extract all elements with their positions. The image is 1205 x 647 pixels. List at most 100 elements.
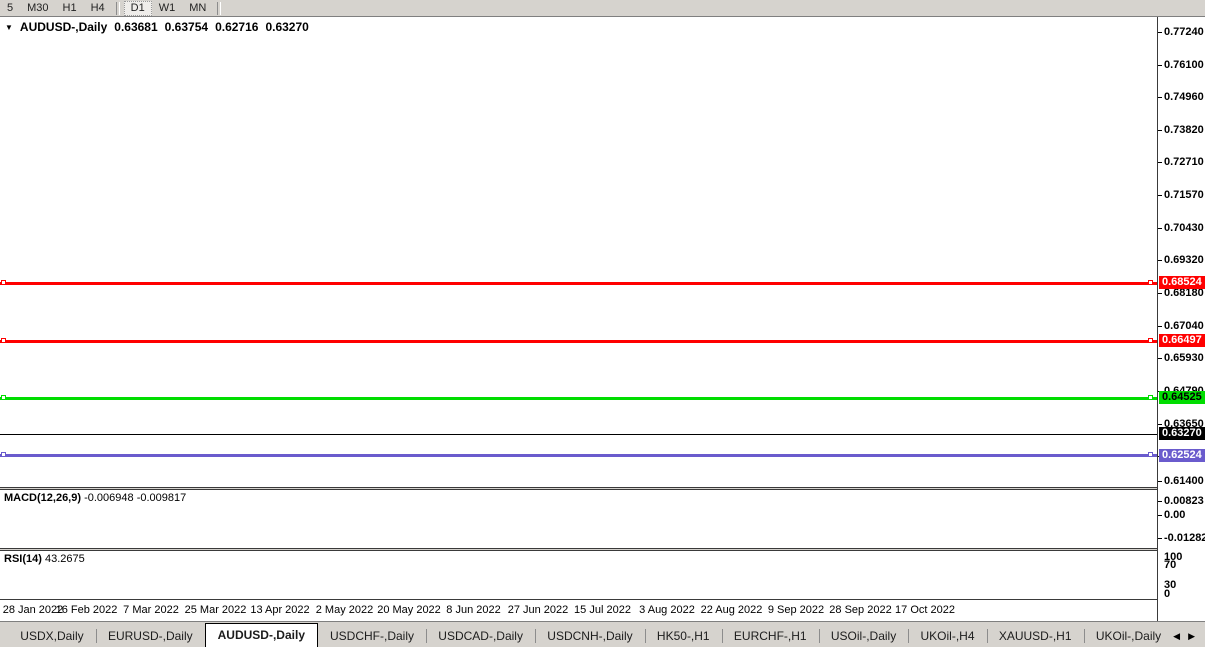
price-chart-panel[interactable]: ▼ AUDUSD-,Daily 0.63681 0.63754 0.62716 … (0, 17, 1157, 487)
tab-scroll-next-icon[interactable]: ▶ (1188, 631, 1195, 642)
timeframe-toolbar[interactable]: 5 M30 H1 H4 D1 W1 MN (0, 0, 1205, 17)
price-tick-mark (1158, 357, 1162, 359)
ohlc-high: 0.63754 (164, 20, 209, 34)
price-tick-mark (1158, 97, 1162, 99)
price-line-label: 0.68524 (1159, 276, 1205, 289)
date-label: 28 Jan 2022 (2, 604, 64, 616)
mt4-window: 5 M30 H1 H4 D1 W1 MN ▼ AUDUSD-,Daily 0.63681 0… (0, 0, 1205, 647)
chart-tabbar[interactable]: USDX,Daily EURUSD-,Daily AUDUSD-,Daily USDC… (0, 621, 1205, 647)
tab-audusd-daily[interactable]: AUDUSD-,Daily (204, 623, 318, 647)
price-line-label: 0.62524 (1159, 448, 1205, 462)
tab-usoil-daily[interactable]: USOil-,Daily (819, 626, 908, 647)
timeframe-button-w1[interactable]: W1 (152, 1, 183, 16)
tab-eurusd-daily[interactable]: EURUSD-,Daily (96, 626, 205, 647)
date-label: 20 May 2022 (377, 604, 441, 616)
line-handle[interactable] (1148, 338, 1153, 343)
price-tick-mark (1158, 423, 1162, 425)
timeframe-button-h4[interactable]: H4 (84, 1, 112, 16)
rsi-panel[interactable]: RSI(14) 43.2675 (0, 551, 1157, 599)
line-handle[interactable] (1148, 452, 1153, 457)
tab-usdcnh-daily[interactable]: USDCNH-,Daily (535, 626, 644, 647)
tab-usdx-daily[interactable]: USDX,Daily (8, 626, 95, 647)
tab-hk50-h1[interactable]: HK50-,H1 (645, 626, 722, 647)
date-label: 17 Oct 2022 (895, 604, 955, 616)
line-handle[interactable] (1, 452, 6, 457)
timeframe-button-h1[interactable]: H1 (56, 1, 84, 16)
price-axis[interactable]: 0.77240 0.76100 0.74960 0.73820 0.72710 0.715… (1157, 17, 1205, 621)
date-label: 25 Mar 2022 (184, 604, 247, 616)
rsi-canvas[interactable] (0, 551, 1157, 599)
price-tick-mark (1158, 325, 1162, 327)
rsi-value: 43.2675 (44, 553, 85, 565)
price-tick-label: 0.77240 (1164, 25, 1204, 38)
toolbar-separator (115, 1, 120, 15)
price-tick-mark (1158, 64, 1162, 66)
timeframe-button-d1[interactable]: D1 (123, 0, 152, 16)
support-resistance-line[interactable] (0, 338, 1157, 343)
chart-workspace: ▼ AUDUSD-,Daily 0.63681 0.63754 0.62716 … (0, 17, 1205, 621)
price-tick-label: 0.73820 (1164, 124, 1204, 137)
macd-tick-mark (1158, 537, 1162, 539)
macd-axis-label: 0.00823 (1164, 494, 1204, 507)
price-line-label: 0.66497 (1159, 334, 1205, 348)
price-line-label: 0.64525 (1159, 391, 1205, 405)
tab-scroll-prev-icon[interactable]: ◀ (1173, 631, 1180, 642)
line-handle[interactable] (1148, 280, 1153, 285)
ohlc-open: 0.63681 (114, 20, 158, 34)
price-tick-mark (1158, 31, 1162, 33)
rsi-axis-label: 0 (1164, 588, 1171, 600)
ohlc-low: 0.62716 (215, 20, 259, 34)
date-label: 2 May 2022 (315, 604, 374, 616)
macd-axis-label: 0.00 (1164, 509, 1186, 521)
macd-main-value: -0.006948 (84, 492, 134, 504)
price-tick-label: 0.72710 (1164, 156, 1204, 169)
price-tick-mark (1158, 260, 1162, 262)
line-handle[interactable] (1, 280, 6, 285)
rsi-axis-label: 70 (1164, 559, 1177, 572)
price-tick-label: 0.76100 (1164, 58, 1204, 71)
date-label: 9 Sep 2022 (767, 604, 825, 616)
date-label: 22 Aug 2022 (700, 604, 763, 616)
support-resistance-line[interactable] (0, 452, 1157, 457)
candlestick-canvas[interactable] (0, 17, 1157, 487)
tab-scroll-nav[interactable]: ◀ ▶ (1173, 631, 1205, 642)
line-handle[interactable] (1, 338, 6, 343)
chart-symbol-label: AUDUSD-,Daily (19, 20, 108, 34)
timeframe-button-m30[interactable]: M30 (20, 1, 55, 16)
date-label: 3 Aug 2022 (639, 604, 695, 616)
collapse-triangle-icon[interactable]: ▼ (5, 23, 13, 32)
date-label: 15 Jul 2022 (574, 604, 631, 616)
date-label: 27 Jun 2022 (507, 604, 569, 616)
date-label: 28 Sep 2022 (829, 604, 892, 616)
date-axis[interactable]: 28 Jan 2022 16 Feb 2022 7 Mar 2022 25 Mar 2… (0, 599, 1157, 621)
tab-eurchf-h1[interactable]: EURCHF-,H1 (722, 626, 819, 647)
timeframe-button-5[interactable]: 5 (0, 1, 20, 16)
tab-xauusd-h1[interactable]: XAUUSD-,H1 (987, 626, 1084, 647)
timeframe-button-mn[interactable]: MN (182, 1, 213, 16)
tab-ukoil-h4[interactable]: UKOil-,H4 (909, 626, 987, 647)
price-tick-mark (1158, 130, 1162, 132)
price-tick-label: 0.74960 (1164, 91, 1204, 104)
price-tick-mark (1158, 162, 1162, 164)
macd-panel[interactable]: MACD(12,26,9) -0.006948 -0.009817 (0, 490, 1157, 548)
rsi-name: RSI(14) (4, 553, 42, 565)
toolbar-separator (217, 1, 222, 15)
tab-ukoil-daily[interactable]: UKOil-,Daily (1084, 626, 1173, 647)
price-tick-mark (1158, 228, 1162, 230)
price-tick-mark (1158, 292, 1162, 294)
support-resistance-line[interactable] (0, 395, 1157, 400)
price-tick-label: 0.67040 (1164, 319, 1204, 332)
macd-label: MACD(12,26,9) -0.006948 -0.009817 (4, 492, 186, 504)
line-handle[interactable] (1, 395, 6, 400)
tab-usdcad-daily[interactable]: USDCAD-,Daily (426, 626, 535, 647)
price-tick-label: 0.61400 (1164, 475, 1204, 487)
date-label: 8 Jun 2022 (446, 604, 501, 616)
macd-axis-label: -0.01282 (1164, 531, 1205, 544)
tab-usdchf-daily[interactable]: USDCHF-,Daily (318, 626, 426, 647)
macd-name: MACD(12,26,9) (4, 492, 82, 504)
current-price-line[interactable] (0, 434, 1157, 435)
date-label: 7 Mar 2022 (123, 604, 179, 616)
support-resistance-line[interactable] (0, 280, 1157, 285)
line-handle[interactable] (1148, 395, 1153, 400)
price-line-label: 0.63270 (1159, 427, 1205, 441)
